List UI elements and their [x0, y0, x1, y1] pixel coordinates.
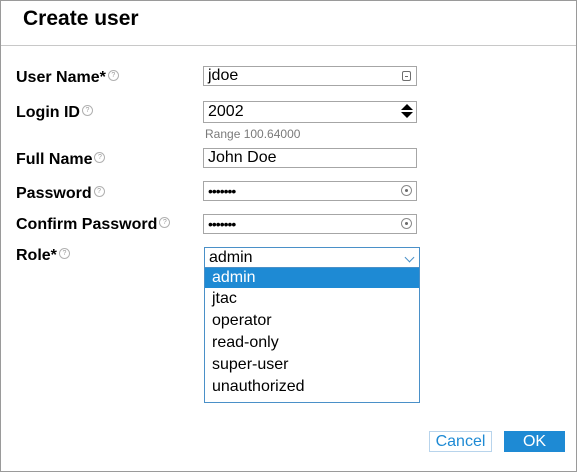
help-icon[interactable]: ?	[94, 152, 106, 163]
confirm-password-label: Confirm Password?	[16, 216, 171, 234]
full-name-label-text: Full Name	[16, 151, 93, 168]
role-option-operator[interactable]: operator	[205, 310, 419, 332]
dialog-title: Create user	[23, 7, 139, 30]
full-name-value: John Doe	[208, 149, 277, 166]
password-label-text: Password	[16, 185, 92, 202]
username-label: User Name*?	[16, 69, 119, 87]
help-icon[interactable]: ?	[93, 186, 105, 197]
role-select-value: admin	[209, 249, 253, 266]
username-input[interactable]: jdoe	[203, 66, 417, 86]
login-id-label-text: Login ID	[16, 104, 80, 121]
password-label: Password?	[16, 185, 105, 203]
help-icon[interactable]: ?	[107, 70, 119, 81]
ok-button[interactable]: OK	[504, 431, 565, 452]
help-icon[interactable]: ?	[58, 248, 70, 259]
create-user-dialog: Create user User Name*? jdoe Login ID? 2…	[0, 0, 577, 472]
role-select[interactable]: admin	[204, 247, 420, 268]
cancel-button[interactable]: Cancel	[429, 431, 492, 452]
login-id-value: 2002	[208, 103, 244, 120]
role-option-jtac[interactable]: jtac	[205, 288, 419, 310]
role-dropdown-list: admin jtac operator read-only super-user…	[204, 268, 420, 403]
help-icon[interactable]: ?	[159, 217, 171, 228]
role-label: Role*?	[16, 247, 70, 265]
help-icon[interactable]: ?	[81, 105, 93, 116]
username-label-text: User Name*	[16, 69, 106, 86]
login-id-range-hint: Range 100.64000	[205, 127, 301, 141]
login-id-input[interactable]: 2002	[203, 101, 417, 123]
role-option-unauthorized[interactable]: unauthorized	[205, 376, 419, 398]
login-id-label: Login ID?	[16, 104, 93, 122]
role-label-text: Role*	[16, 247, 57, 264]
card-icon[interactable]	[402, 71, 411, 81]
full-name-input[interactable]: John Doe	[203, 148, 417, 168]
password-input[interactable]: •••••••	[203, 181, 417, 201]
confirm-password-value: •••••••	[208, 216, 236, 232]
password-value: •••••••	[208, 183, 236, 199]
role-option-read-only[interactable]: read-only	[205, 332, 419, 354]
role-option-super-user[interactable]: super-user	[205, 354, 419, 376]
eye-icon[interactable]	[401, 185, 412, 196]
username-value: jdoe	[208, 67, 239, 84]
dialog-header: Create user	[1, 1, 576, 46]
confirm-password-label-text: Confirm Password	[16, 216, 158, 233]
spin-up-icon[interactable]	[401, 104, 413, 110]
role-option-admin[interactable]: admin	[205, 268, 419, 288]
spinner-icon[interactable]	[401, 104, 413, 119]
eye-icon[interactable]	[401, 218, 412, 229]
spin-down-icon[interactable]	[401, 112, 413, 118]
confirm-password-input[interactable]: •••••••	[203, 214, 417, 234]
chevron-down-icon[interactable]	[404, 252, 415, 263]
full-name-label: Full Name?	[16, 151, 106, 169]
